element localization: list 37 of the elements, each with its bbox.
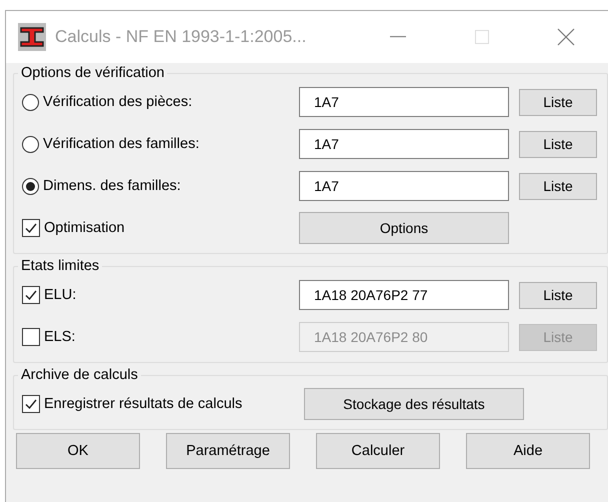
check-icon [24,221,38,235]
check-icon [24,288,38,302]
option-label: Vérification des pièces: [43,94,192,110]
option-label: ELS: [44,329,76,345]
list-field[interactable]: 1A7 [299,129,509,159]
dialog-button[interactable]: Aide [466,433,590,469]
option-label: Vérification des familles: [43,136,200,152]
list-field[interactable]: 1A7 [299,87,509,117]
option-label: Dimens. des familles: [43,178,181,194]
checkbox[interactable] [22,219,40,237]
checkbox[interactable] [22,286,40,304]
list-field[interactable]: 1A18 20A76P2 77 [299,280,509,310]
list-field[interactable]: 1A7 [299,171,509,201]
group-title: Archive de calculs [20,367,139,383]
list-button[interactable]: Liste [519,282,597,308]
radio-button[interactable] [22,178,39,194]
options-button[interactable]: Stockage des résultats [304,388,524,420]
option-label: ELU: [44,287,76,303]
radio-button[interactable] [22,136,39,152]
dialog-button[interactable]: Paramétrage [166,433,290,469]
dialog-button[interactable]: Calculer [316,433,440,469]
close-icon[interactable] [557,28,575,46]
radio-button[interactable] [22,94,39,110]
beam-icon [18,23,46,51]
option-label: Enregistrer résultats de calculs [44,396,242,412]
dialog-button[interactable]: OK [16,433,140,469]
window-title: Calculs - NF EN 1993-1-1:2005... [55,27,306,47]
option-label: Optimisation [44,220,125,236]
list-button[interactable]: Liste [519,130,597,158]
list-button[interactable]: Liste [519,172,597,200]
group-title: Etats limites [20,258,100,274]
check-icon [24,397,38,411]
checkbox[interactable] [22,395,40,413]
minimize-icon[interactable] [390,36,406,38]
group-title: Options de vérification [20,65,166,81]
options-button[interactable]: Options [299,212,509,244]
list-button[interactable]: Liste [519,88,597,116]
